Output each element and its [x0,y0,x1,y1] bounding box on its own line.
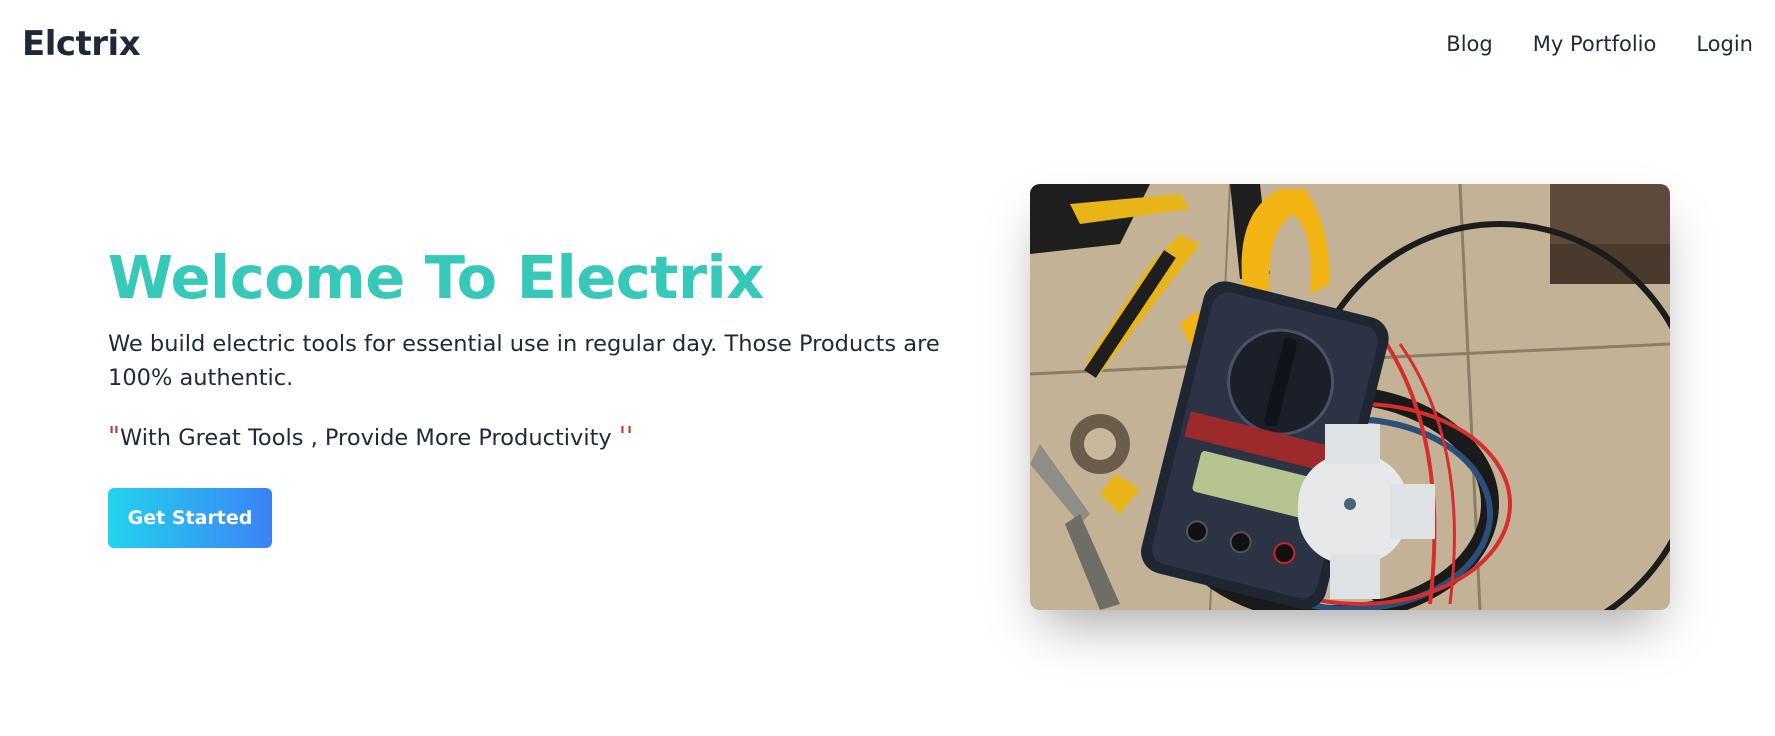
get-started-button[interactable]: Get Started [108,488,272,548]
hero-photo-illustration [1030,184,1670,610]
brand-logo[interactable]: Elctrix [22,24,141,64]
nav-link-blog[interactable]: Blog [1446,32,1492,56]
quote-close-mark: '' [618,422,634,452]
multimeter-tools-photo [1030,184,1670,610]
hero-quote: "With Great Tools , Provide More Product… [108,422,633,452]
hero-description: We build electric tools for essential us… [108,331,940,391]
nav-links: Blog My Portfolio Login [1446,32,1753,56]
navbar: Elctrix Blog My Portfolio Login [0,0,1775,88]
quote-open-mark: " [108,422,120,452]
nav-link-my-portfolio[interactable]: My Portfolio [1533,32,1657,56]
nav-link-login[interactable]: Login [1696,32,1753,56]
quote-text: With Great Tools , Provide More Producti… [119,425,619,451]
hero-title: Welcome To Electrix [108,243,764,312]
